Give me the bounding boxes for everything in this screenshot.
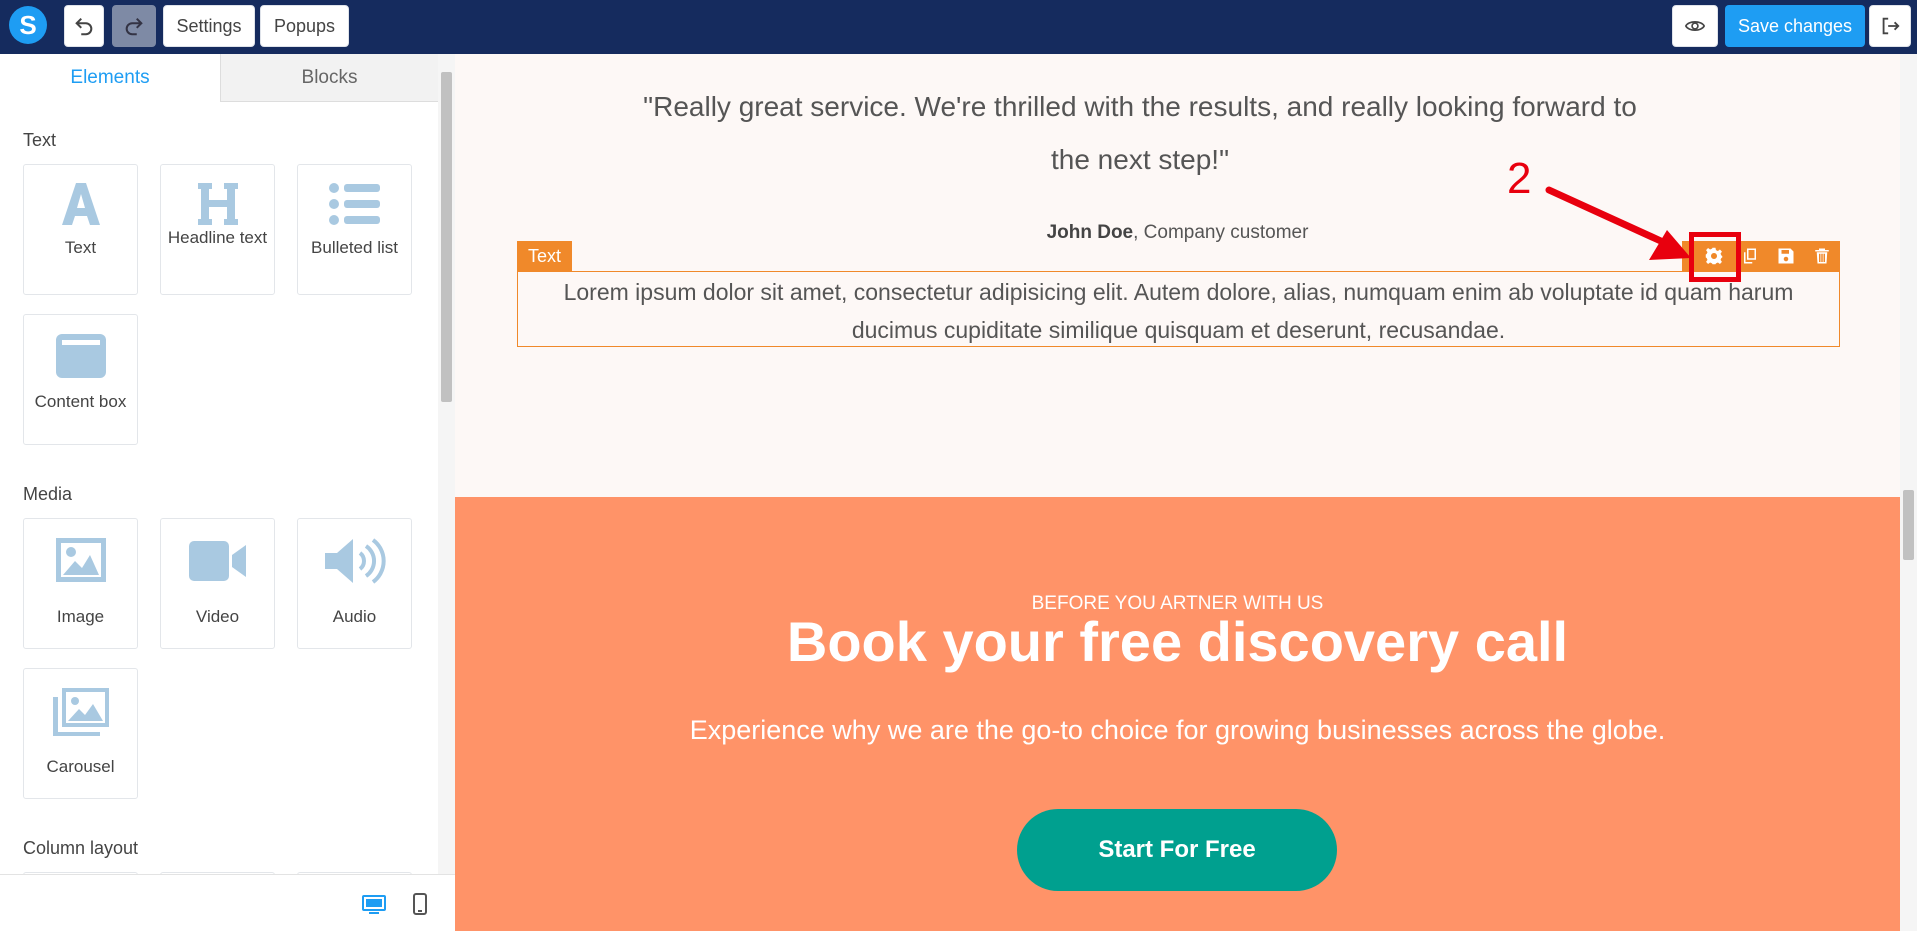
element-content-box[interactable]: Content box: [23, 314, 138, 445]
element-image[interactable]: Image: [23, 518, 138, 649]
top-toolbar: S Settings Popups Save changes: [0, 0, 1917, 54]
element-video[interactable]: Video: [160, 518, 275, 649]
letter-h-icon: [161, 179, 274, 229]
tab-elements[interactable]: Elements: [0, 54, 220, 102]
annotation-step-number: 2: [1507, 154, 1532, 203]
cta-subline[interactable]: Experience why we are the go-to choice f…: [455, 715, 1900, 746]
element-carousel[interactable]: Carousel: [23, 668, 138, 799]
element-save-button[interactable]: [1772, 243, 1800, 269]
eye-icon: [1684, 21, 1706, 31]
exit-button[interactable]: [1869, 5, 1911, 47]
logout-icon: [1882, 17, 1900, 35]
testimonial-section: "Really great service. We're thrilled wi…: [455, 54, 1900, 497]
cta-headline[interactable]: Book your free discovery call: [455, 609, 1900, 674]
tab-blocks[interactable]: Blocks: [220, 54, 438, 102]
redo-icon: [125, 17, 143, 36]
element-audio-label: Audio: [332, 607, 377, 626]
app-logo: S: [9, 6, 47, 44]
element-image-label: Image: [56, 607, 105, 626]
panel-scroll-thumb[interactable]: [441, 72, 452, 402]
element-headline[interactable]: Headline text: [160, 164, 275, 295]
author-name: John Doe: [1046, 222, 1134, 243]
section-text-label: Text: [23, 130, 57, 150]
speaker-icon: [298, 537, 411, 585]
element-text[interactable]: Text: [23, 164, 138, 295]
canvas-scroll-thumb[interactable]: [1903, 490, 1914, 560]
element-audio[interactable]: Audio: [297, 518, 412, 649]
desktop-view-button[interactable]: [362, 895, 386, 919]
element-content-box-label: Content box: [34, 392, 127, 411]
element-video-label: Video: [195, 607, 240, 626]
list-icon: [298, 179, 411, 229]
desktop-icon: [362, 895, 386, 914]
element-carousel-label: Carousel: [46, 757, 115, 776]
element-delete-button[interactable]: [1808, 243, 1836, 269]
section-media-label: Media: [23, 484, 73, 504]
cta-section: BEFORE YOU ARTNER WITH US Book your free…: [455, 497, 1900, 931]
popups-button[interactable]: Popups: [260, 5, 349, 47]
element-bulleted-list[interactable]: Bulleted list: [297, 164, 412, 295]
save-changes-button[interactable]: Save changes: [1725, 5, 1865, 47]
carousel-icon: [24, 687, 137, 737]
page-canvas: "Really great service. We're thrilled wi…: [455, 54, 1900, 931]
trash-icon: [1815, 248, 1829, 264]
start-for-free-button[interactable]: Start For Free: [1017, 809, 1337, 891]
device-switcher: [0, 874, 455, 931]
annotation-arrow-icon: [1545, 186, 1691, 260]
element-headline-label: Headline text: [167, 228, 268, 247]
image-icon: [24, 537, 137, 583]
copy-icon: [1744, 248, 1756, 264]
content-box-icon: [24, 333, 137, 379]
annotation-highlight-box: [1689, 232, 1741, 282]
preview-button[interactable]: [1672, 5, 1718, 47]
testimonial-quote[interactable]: "Really great service. We're thrilled wi…: [620, 80, 1660, 186]
undo-button[interactable]: [64, 5, 104, 47]
author-role: , Company customer: [1133, 222, 1309, 243]
video-camera-icon: [161, 539, 274, 583]
section-column-layout-label: Column layout: [23, 838, 139, 858]
elements-panel: Elements Blocks Text Text Headline text …: [0, 54, 455, 931]
settings-button[interactable]: Settings: [163, 5, 255, 47]
redo-button[interactable]: [112, 5, 156, 47]
undo-icon: [75, 17, 93, 36]
element-bulleted-list-label: Bulleted list: [311, 238, 398, 257]
mobile-icon: [413, 893, 427, 915]
mobile-view-button[interactable]: [413, 893, 427, 919]
element-text-label: Text: [64, 238, 97, 257]
letter-a-icon: [24, 179, 137, 229]
selected-text-element[interactable]: Lorem ipsum dolor sit amet, consectetur …: [527, 273, 1830, 349]
selected-element-tag: Text: [517, 241, 572, 271]
floppy-disk-icon: [1778, 248, 1794, 264]
